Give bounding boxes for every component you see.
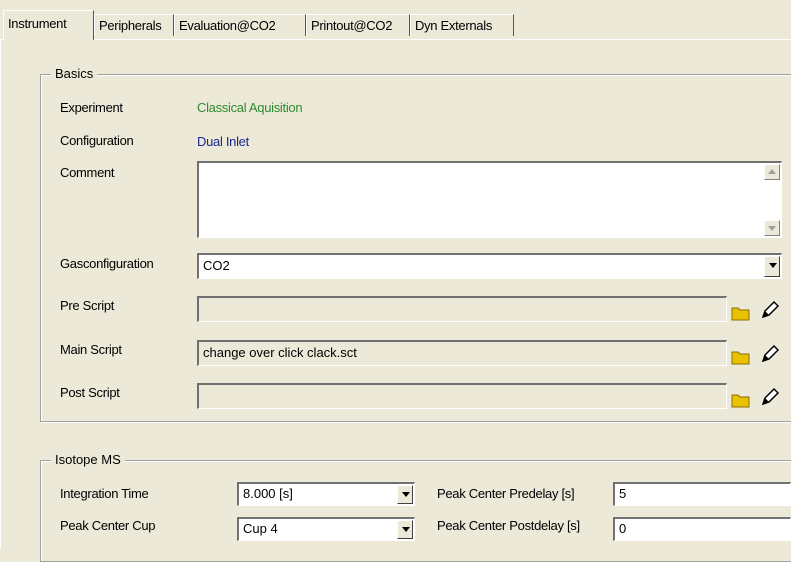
gasconfiguration-label: Gasconfiguration bbox=[60, 256, 154, 271]
experiment-label: Experiment bbox=[60, 100, 123, 115]
post-script-label: Post Script bbox=[60, 385, 120, 400]
comment-label: Comment bbox=[60, 165, 115, 180]
comment-textarea[interactable] bbox=[197, 161, 782, 238]
integration-time-label: Integration Time bbox=[60, 486, 149, 501]
basics-group-label: Basics bbox=[51, 66, 98, 81]
peak-center-cup-label: Peak Center Cup bbox=[60, 518, 156, 533]
peak-center-predelay-input[interactable]: 5 bbox=[613, 482, 791, 506]
experiment-value: Classical Aquisition bbox=[197, 100, 303, 115]
folder-icon[interactable] bbox=[731, 347, 751, 367]
integration-time-select[interactable]: 8.000 [s] bbox=[237, 482, 415, 506]
dropdown-arrow-icon[interactable] bbox=[397, 520, 413, 539]
peak-center-cup-value: Cup 4 bbox=[243, 521, 278, 536]
peak-center-postdelay-label: Peak Center Postdelay [s] bbox=[437, 518, 580, 533]
tab-printout-co2[interactable]: Printout@CO2 bbox=[306, 14, 410, 36]
basics-group bbox=[40, 74, 791, 422]
peak-center-postdelay-value: 0 bbox=[619, 521, 627, 536]
isotope-ms-group-label: Isotope MS bbox=[51, 452, 125, 467]
tab-instrument[interactable]: Instrument bbox=[3, 10, 94, 40]
tab-peripherals[interactable]: Peripherals bbox=[94, 14, 174, 36]
gasconfiguration-value: CO2 bbox=[203, 258, 230, 273]
dropdown-arrow-icon[interactable] bbox=[764, 256, 780, 277]
integration-time-value: 8.000 [s] bbox=[243, 486, 293, 501]
tab-dyn-externals[interactable]: Dyn Externals bbox=[410, 14, 514, 36]
main-script-field[interactable]: change over click clack.sct bbox=[197, 340, 727, 366]
pre-script-label: Pre Script bbox=[60, 298, 115, 313]
folder-icon[interactable] bbox=[731, 390, 751, 410]
peak-center-postdelay-input[interactable]: 0 bbox=[613, 517, 791, 541]
gasconfiguration-select[interactable]: CO2 bbox=[197, 253, 782, 279]
dropdown-arrow-icon[interactable] bbox=[397, 485, 413, 504]
edit-pencil-icon[interactable] bbox=[760, 387, 780, 407]
main-script-value: change over click clack.sct bbox=[203, 345, 357, 360]
scroll-down-arrow-icon[interactable] bbox=[764, 220, 780, 236]
isotope-ms-group bbox=[40, 460, 791, 562]
peak-center-cup-select[interactable]: Cup 4 bbox=[237, 517, 415, 541]
tab-evaluation-co2[interactable]: Evaluation@CO2 bbox=[174, 14, 306, 36]
configuration-value: Dual Inlet bbox=[197, 134, 249, 149]
scroll-up-arrow-icon[interactable] bbox=[764, 164, 780, 180]
peak-center-predelay-value: 5 bbox=[619, 486, 627, 501]
peak-center-predelay-label: Peak Center Predelay [s] bbox=[437, 486, 575, 501]
configuration-label: Configuration bbox=[60, 133, 134, 148]
folder-icon[interactable] bbox=[731, 303, 751, 323]
edit-pencil-icon[interactable] bbox=[760, 344, 780, 364]
edit-pencil-icon[interactable] bbox=[760, 300, 780, 320]
post-script-field[interactable] bbox=[197, 383, 727, 409]
pre-script-field[interactable] bbox=[197, 296, 727, 322]
tab-strip: Instrument Peripherals Evaluation@CO2 Pr… bbox=[0, 0, 791, 41]
main-script-label: Main Script bbox=[60, 342, 122, 357]
